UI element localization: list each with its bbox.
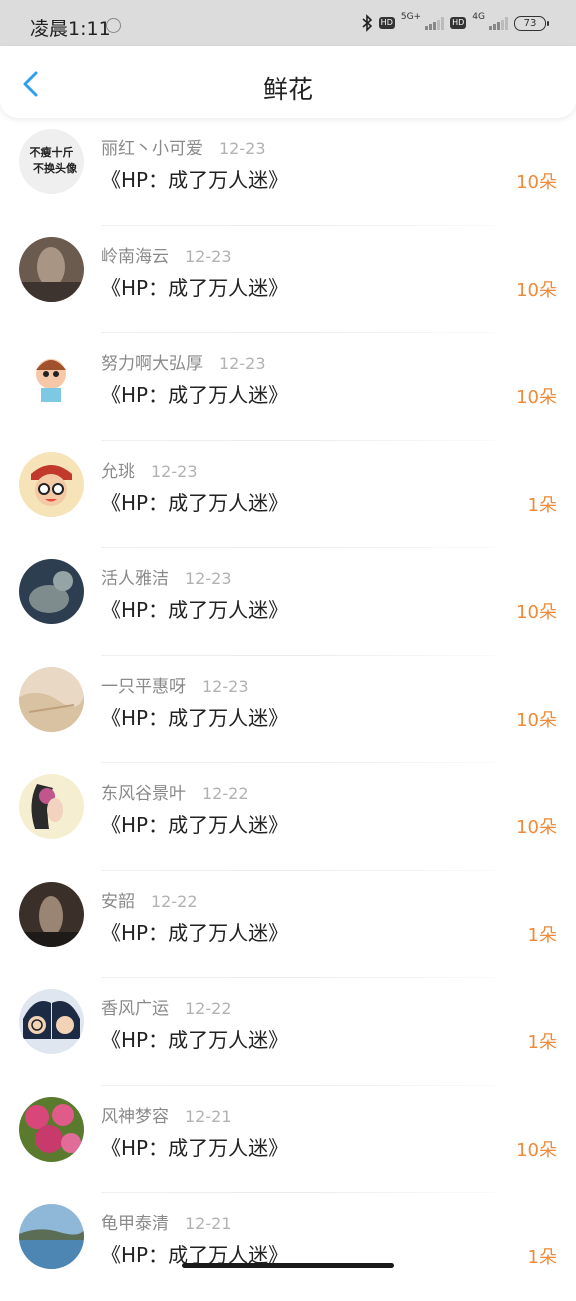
list-item[interactable]: 岭南海云 12-23 《HP：成了万人迷》 10朵 — [0, 226, 576, 333]
avatar[interactable] — [19, 236, 84, 302]
list-item[interactable]: 一只平惠呀 12-23 《HP：成了万人迷》 10朵 — [0, 656, 576, 763]
flower-amount: 10朵 — [516, 1139, 557, 1161]
date: 12-21 — [185, 1106, 232, 1126]
avatar[interactable] — [19, 989, 84, 1054]
date: 12-23 — [219, 354, 266, 373]
book-title: 《HP：成了万人迷》 — [101, 275, 289, 300]
nav-header: 鲜花 — [0, 46, 576, 118]
date: 12-22 — [202, 784, 249, 803]
username: 一只平惠呀 12-23 — [101, 672, 249, 697]
status-indicators: HD 5G+ HD 4G 73 — [361, 12, 549, 32]
list-item[interactable]: 风神梦容 12-21 《HP：成了万人迷》 10朵 — [0, 1086, 576, 1193]
avatar[interactable] — [19, 559, 84, 624]
list-item[interactable]: 安韶 12-22 《HP：成了万人迷》 1朵 — [0, 871, 576, 978]
date: 12-23 — [202, 676, 249, 696]
flower-list: 不瘦十斤 不换头像 丽红丶小可爱 12-23 《HP：成了万人迷》 10朵 岭南海… — [0, 118, 576, 1301]
notification-emoji-icon — [106, 18, 121, 33]
list-item[interactable]: 东风谷景叶 12-22 《HP：成了万人迷》 10朵 — [0, 763, 576, 871]
book-title: 《HP：成了万人迷》 — [101, 168, 289, 192]
hd-badge: HD — [378, 17, 395, 29]
avatar[interactable] — [19, 451, 84, 517]
page-title: 鲜花 — [262, 75, 313, 104]
username: 东风谷景叶 12-22 — [101, 779, 249, 804]
date: 12-22 — [151, 891, 198, 911]
avatar-text: 不瘦十斤 — [30, 145, 74, 159]
date: 12-23 — [185, 569, 232, 588]
signal-icon — [489, 16, 508, 30]
list-item[interactable]: 香风广运 12-22 《HP：成了万人迷》 1朵 — [0, 978, 576, 1086]
book-title: 《HP：成了万人迷》 — [101, 705, 289, 730]
flower-amount: 10朵 — [516, 602, 557, 623]
date: 12-23 — [151, 461, 198, 481]
username: 活人雅洁 12-23 — [101, 564, 232, 589]
username-text: 一只平惠呀 — [101, 676, 186, 697]
username-text: 岭南海云 — [101, 246, 169, 267]
network-type-label: 5G+ — [400, 12, 422, 22]
username-text: 允珧 — [101, 461, 135, 482]
avatar[interactable] — [19, 774, 84, 839]
username: 允珧 12-23 — [101, 457, 198, 482]
bluetooth-icon — [362, 14, 372, 32]
battery-icon: 73 — [514, 15, 549, 31]
username-text: 活人雅洁 — [101, 569, 169, 589]
username-text: 丽红丶小可爱 — [101, 139, 203, 159]
signal-icon — [425, 16, 445, 30]
username: 安韶 12-22 — [101, 887, 198, 912]
book-title: 《HP：成了万人迷》 — [101, 813, 289, 837]
list-item[interactable]: 龟甲泰清 12-21 《HP：成了万人迷》 1朵 — [0, 1193, 576, 1301]
hd-badge: HD — [450, 17, 467, 29]
username-text: 努力啊大弘厚 — [101, 354, 203, 374]
flower-amount: 10朵 — [516, 172, 557, 193]
book-title: 《HP：成了万人迷》 — [101, 1028, 289, 1052]
username-text: 风神梦容 — [101, 1106, 169, 1127]
username-text: 安韶 — [101, 891, 135, 912]
username: 香风广运 12-22 — [101, 994, 232, 1019]
list-item[interactable]: 不瘦十斤 不换头像 丽红丶小可爱 12-23 《HP：成了万人迷》 10朵 — [0, 118, 576, 226]
username: 岭南海云 12-23 — [101, 242, 232, 267]
date: 12-23 — [219, 139, 266, 158]
status-bar: 凌晨1:11 HD 5G+ HD 4G 73 — [0, 0, 576, 46]
username-text: 东风谷景叶 — [101, 784, 186, 804]
book-title: 《HP：成了万人迷》 — [101, 598, 289, 622]
list-item[interactable]: 努力啊大弘厚 12-23 《HP：成了万人迷》 10朵 — [0, 333, 576, 441]
username-text: 香风广运 — [101, 999, 169, 1019]
book-title: 《HP：成了万人迷》 — [101, 1135, 289, 1160]
status-time: 凌晨1:11 — [30, 18, 111, 40]
username-text: 龟甲泰清 — [101, 1214, 169, 1234]
date: 12-22 — [185, 999, 232, 1018]
avatar[interactable] — [19, 1096, 84, 1162]
book-title: 《HP：成了万人迷》 — [101, 920, 289, 945]
flower-amount: 10朵 — [516, 709, 557, 731]
username: 丽红丶小可爱 12-23 — [101, 134, 266, 159]
avatar[interactable]: 不瘦十斤 不换头像 — [19, 129, 84, 194]
list-item[interactable]: 活人雅洁 12-23 《HP：成了万人迷》 10朵 — [0, 548, 576, 656]
book-title: 《HP：成了万人迷》 — [101, 490, 289, 515]
home-indicator[interactable] — [182, 1263, 394, 1268]
flower-amount: 10朵 — [516, 387, 557, 408]
date: 12-21 — [185, 1214, 232, 1233]
username: 风神梦容 12-21 — [101, 1102, 232, 1127]
book-title: 《HP：成了万人迷》 — [101, 383, 289, 407]
flower-amount: 1朵 — [527, 924, 557, 946]
username: 龟甲泰清 12-21 — [101, 1209, 232, 1234]
avatar[interactable] — [19, 344, 84, 409]
avatar[interactable] — [19, 666, 84, 732]
list-item[interactable]: 允珧 12-23 《HP：成了万人迷》 1朵 — [0, 441, 576, 548]
flower-amount: 1朵 — [527, 1247, 557, 1268]
flower-amount: 10朵 — [516, 817, 557, 838]
flower-amount: 1朵 — [527, 1032, 557, 1053]
flower-amount: 1朵 — [527, 494, 557, 516]
avatar-text: 不换头像 — [33, 161, 78, 175]
avatar[interactable] — [19, 881, 84, 947]
network-type-label: 4G — [472, 12, 485, 22]
date: 12-23 — [185, 246, 232, 266]
avatar[interactable] — [19, 1204, 84, 1269]
flower-amount: 10朵 — [516, 279, 557, 301]
username: 努力啊大弘厚 12-23 — [101, 349, 266, 374]
